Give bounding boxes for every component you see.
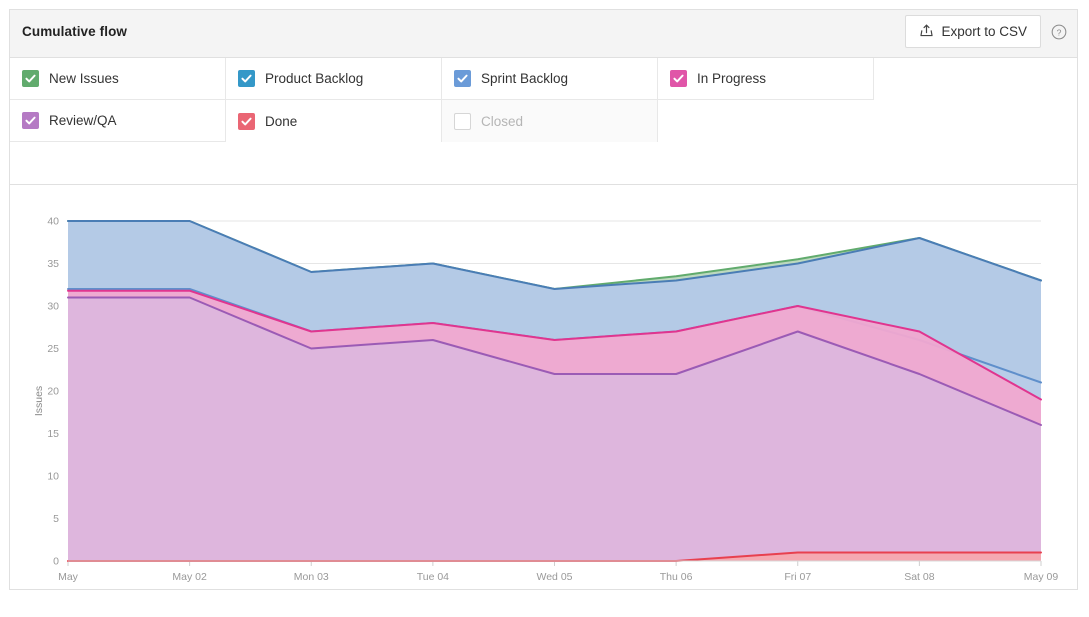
y-axis-tick-label: 40 (47, 216, 59, 228)
x-axis-tick-label: Sat 08 (904, 571, 935, 583)
help-circle-icon[interactable]: ? (1050, 23, 1068, 41)
x-axis-tick-label: Mon 03 (294, 571, 329, 583)
y-axis-tick-label: 35 (47, 258, 59, 270)
y-axis-tick-label: 15 (47, 428, 59, 440)
checkbox-checked-icon[interactable] (670, 70, 687, 87)
cumulative-flow-chart: 0 5 10 15 20 25 30 35 40 May May 02 Mon 03 Tue 04 Wed… (47, 216, 1059, 583)
checkbox-checked-icon[interactable] (238, 112, 255, 130)
legend-item-in-progress[interactable]: In Progress (658, 58, 874, 100)
upload-share-icon (919, 23, 934, 41)
x-axis-tick-label: Wed 05 (537, 571, 573, 583)
header-actions: Export to CSV ? (905, 15, 1068, 48)
legend-item-label: Closed (481, 113, 524, 129)
legend-filler-cell (658, 100, 874, 142)
legend-item-done[interactable]: Done (226, 100, 442, 142)
y-axis-tick-label: 5 (53, 513, 59, 525)
y-axis-tick-label: 10 (47, 471, 59, 483)
x-axis-tick-label: Tue 04 (417, 571, 449, 583)
legend-item-review-qa[interactable]: Review/QA (10, 100, 226, 142)
export-to-csv-label: Export to CSV (941, 24, 1027, 39)
y-axis-tick-label: 20 (47, 386, 59, 398)
y-axis-tick-label: 25 (47, 343, 59, 355)
legend-item-label: Sprint Backlog (481, 71, 569, 86)
x-axis-tick-label: May (58, 571, 79, 583)
x-axis-tick-label: May 09 (1024, 571, 1059, 583)
legend-item-sprint-backlog[interactable]: Sprint Backlog (442, 58, 658, 100)
panel-header: Cumulative flow Export to CSV ? (10, 10, 1077, 58)
checkbox-checked-icon[interactable] (22, 112, 39, 129)
legend-item-product-backlog[interactable]: Product Backlog (226, 58, 442, 100)
legend-item-label: Product Backlog (265, 71, 364, 86)
legend-item-label: Review/QA (49, 113, 117, 128)
svg-text:?: ? (1057, 27, 1062, 37)
legend-item-closed: Closed (442, 100, 658, 142)
x-axis-tick-label: Fri 07 (784, 571, 811, 583)
legend-item-label: New Issues (49, 71, 119, 86)
checkbox-checked-icon[interactable] (22, 70, 39, 87)
x-axis-tick-label: May 02 (172, 571, 207, 583)
checkbox-checked-icon[interactable] (238, 70, 255, 87)
chart-area: Issues 0 5 10 15 20 25 30 35 40 May May 02 Mon 03 Tu… (10, 185, 1077, 617)
checkbox-unchecked-icon (454, 112, 471, 130)
legend-filler-cell (10, 142, 645, 184)
legend-item-label: Done (265, 113, 298, 129)
x-axis-tick-label: Thu 06 (660, 571, 693, 583)
series-legend: New Issues Product Backlog Sprint Backlog I… (10, 58, 1077, 185)
y-axis-tick-label: 30 (47, 301, 59, 313)
cumulative-flow-panel: Cumulative flow Export to CSV ? New Issu… (9, 9, 1078, 590)
page-title: Cumulative flow (22, 24, 128, 39)
export-to-csv-button[interactable]: Export to CSV (905, 15, 1041, 48)
legend-item-label: In Progress (697, 71, 767, 86)
legend-item-new-issues[interactable]: New Issues (10, 58, 226, 100)
y-axis-label: Issues (33, 385, 46, 417)
y-axis-tick-label: 0 (53, 556, 59, 568)
checkbox-checked-icon[interactable] (454, 70, 471, 87)
